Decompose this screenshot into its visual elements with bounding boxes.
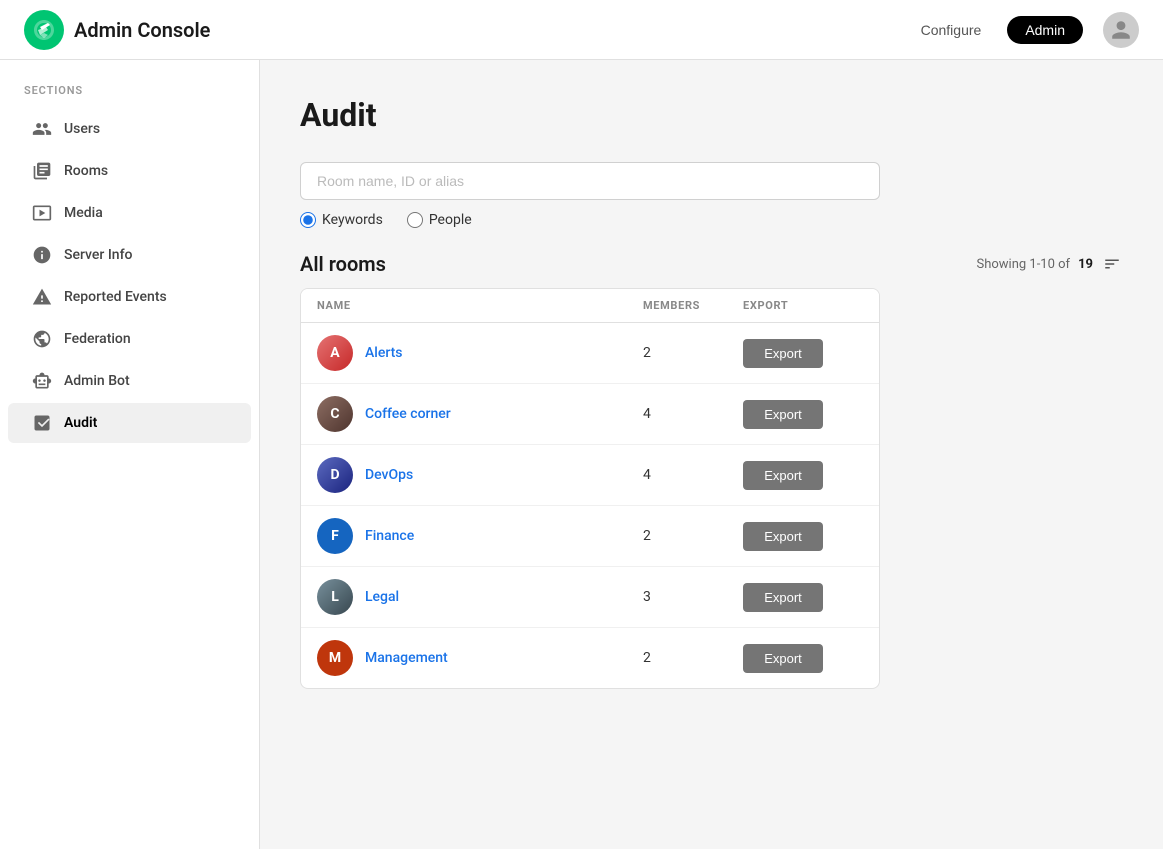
export-button[interactable]: Export [743, 644, 823, 673]
sidebar: SECTIONS Users Rooms Media Server Info [0, 60, 260, 849]
app-title: Admin Console [74, 18, 210, 42]
room-cell: L Legal [317, 579, 643, 615]
sections-label: SECTIONS [0, 84, 259, 97]
room-cell: F Finance [317, 518, 643, 554]
room-name[interactable]: Legal [365, 589, 399, 605]
table-row: C Coffee corner 4 Export [301, 384, 879, 445]
users-icon [32, 119, 52, 139]
people-label: People [429, 212, 472, 228]
sidebar-item-admin-bot[interactable]: Admin Bot [8, 361, 251, 401]
export-button[interactable]: Export [743, 583, 823, 612]
showing-prefix: Showing 1-10 of [976, 257, 1070, 272]
logo-area: Admin Console [24, 10, 903, 50]
table-header-row: All rooms Showing 1-10 of 19 [300, 252, 1123, 276]
keywords-radio[interactable] [300, 212, 316, 228]
app-logo-icon [24, 10, 64, 50]
export-cell: Export [743, 583, 863, 612]
members-count: 2 [643, 528, 743, 544]
export-cell: Export [743, 522, 863, 551]
members-count: 2 [643, 650, 743, 666]
sidebar-item-admin-bot-label: Admin Bot [64, 373, 130, 389]
col-header-export: EXPORT [743, 299, 863, 312]
sidebar-item-media[interactable]: Media [8, 193, 251, 233]
keywords-label: Keywords [322, 212, 383, 228]
sidebar-item-users-label: Users [64, 121, 100, 137]
admin-nav-button[interactable]: Admin [1007, 16, 1083, 44]
sidebar-item-audit-label: Audit [64, 415, 97, 431]
room-cell: C Coffee corner [317, 396, 643, 432]
people-radio-label[interactable]: People [407, 212, 472, 228]
sidebar-item-federation[interactable]: Federation [8, 319, 251, 359]
members-count: 4 [643, 467, 743, 483]
members-count: 4 [643, 406, 743, 422]
table-row: M Management 2 Export [301, 628, 879, 688]
room-avatar: A [317, 335, 353, 371]
sidebar-item-reported-events[interactable]: Reported Events [8, 277, 251, 317]
search-input[interactable] [300, 162, 880, 200]
page-title: Audit [300, 96, 1123, 134]
showing-text: Showing 1-10 of 19 [976, 253, 1123, 275]
reported-events-icon [32, 287, 52, 307]
media-icon [32, 203, 52, 223]
table-row: A Alerts 2 Export [301, 323, 879, 384]
table-column-headers: NAME MEMBERS EXPORT [301, 289, 879, 323]
layout: SECTIONS Users Rooms Media Server Info [0, 60, 1163, 725]
sidebar-item-server-info[interactable]: Server Info [8, 235, 251, 275]
sidebar-item-federation-label: Federation [64, 331, 131, 347]
admin-bot-icon [32, 371, 52, 391]
rooms-icon [32, 161, 52, 181]
export-button[interactable]: Export [743, 522, 823, 551]
export-cell: Export [743, 400, 863, 429]
export-button[interactable]: Export [743, 400, 823, 429]
export-cell: Export [743, 461, 863, 490]
header: Admin Console Configure Admin [0, 0, 1163, 60]
sidebar-item-users[interactable]: Users [8, 109, 251, 149]
room-name[interactable]: Finance [365, 528, 414, 544]
room-cell: A Alerts [317, 335, 643, 371]
room-name[interactable]: DevOps [365, 467, 413, 483]
audit-icon [32, 413, 52, 433]
room-avatar: M [317, 640, 353, 676]
members-count: 2 [643, 345, 743, 361]
sidebar-item-server-info-label: Server Info [64, 247, 132, 263]
room-name[interactable]: Alerts [365, 345, 403, 361]
export-button[interactable]: Export [743, 339, 823, 368]
col-header-name: NAME [317, 299, 643, 312]
rooms-table: NAME MEMBERS EXPORT A Alerts 2 Export C … [300, 288, 880, 689]
sidebar-item-rooms[interactable]: Rooms [8, 151, 251, 191]
table-body: A Alerts 2 Export C Coffee corner 4 Expo… [301, 323, 879, 688]
export-cell: Export [743, 644, 863, 673]
filter-radio-group: Keywords People [300, 212, 1123, 228]
keywords-radio-label[interactable]: Keywords [300, 212, 383, 228]
export-cell: Export [743, 339, 863, 368]
export-button[interactable]: Export [743, 461, 823, 490]
col-header-members: MEMBERS [643, 299, 743, 312]
room-avatar: D [317, 457, 353, 493]
table-row: L Legal 3 Export [301, 567, 879, 628]
sort-icon[interactable] [1101, 253, 1123, 275]
configure-nav-button[interactable]: Configure [903, 16, 1000, 44]
room-avatar: L [317, 579, 353, 615]
sidebar-item-rooms-label: Rooms [64, 163, 108, 179]
room-name[interactable]: Management [365, 650, 448, 666]
sidebar-item-media-label: Media [64, 205, 103, 221]
table-row: D DevOps 4 Export [301, 445, 879, 506]
people-radio[interactable] [407, 212, 423, 228]
room-name[interactable]: Coffee corner [365, 406, 451, 422]
room-cell: M Management [317, 640, 643, 676]
room-avatar: F [317, 518, 353, 554]
room-cell: D DevOps [317, 457, 643, 493]
room-avatar: C [317, 396, 353, 432]
top-nav: Configure Admin [903, 16, 1083, 44]
sidebar-item-reported-events-label: Reported Events [64, 289, 167, 305]
all-rooms-label: All rooms [300, 252, 386, 276]
showing-total: 19 [1078, 257, 1093, 272]
federation-icon [32, 329, 52, 349]
user-avatar[interactable] [1103, 12, 1139, 48]
table-row: F Finance 2 Export [301, 506, 879, 567]
server-info-icon [32, 245, 52, 265]
members-count: 3 [643, 589, 743, 605]
main-content: Audit Keywords People All rooms Showing … [260, 60, 1163, 725]
sidebar-item-audit[interactable]: Audit [8, 403, 251, 443]
